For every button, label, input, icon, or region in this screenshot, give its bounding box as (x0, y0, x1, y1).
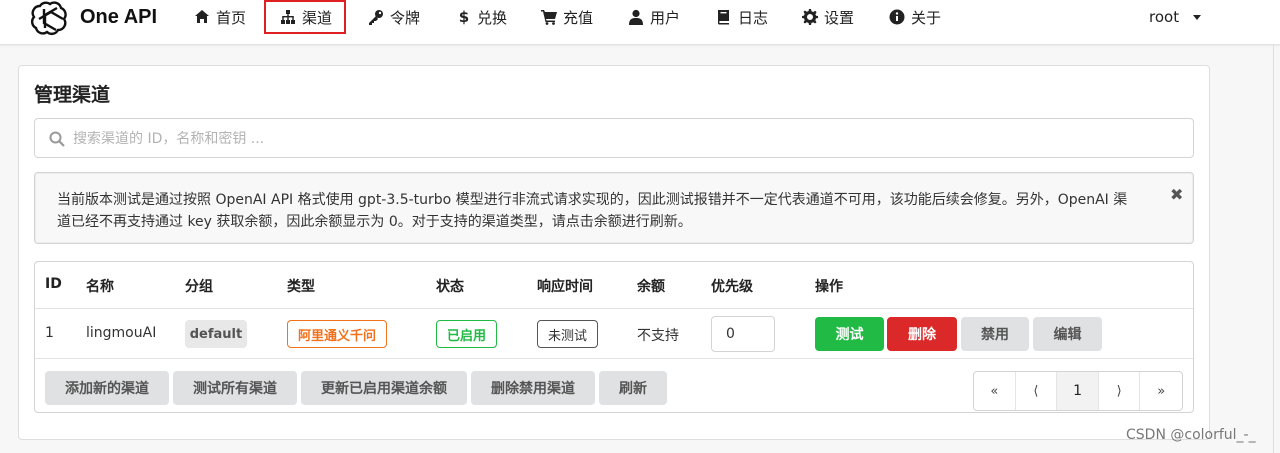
chevron-down-icon (1193, 14, 1202, 20)
col-header-status[interactable]: 状态 (436, 276, 464, 296)
status-badge: 已启用 (436, 320, 497, 348)
key-icon (369, 10, 383, 25)
edit-button[interactable]: 编辑 (1033, 317, 1102, 351)
page-last[interactable]: » (1140, 372, 1182, 410)
col-header-group[interactable]: 分组 (185, 276, 213, 296)
nav-about[interactable]: 关于 (889, 0, 941, 34)
update-balance-button[interactable]: 更新已启用渠道余额 (301, 371, 467, 405)
add-channel-button[interactable]: 添加新的渠道 (45, 371, 169, 405)
book-icon (718, 10, 729, 25)
active-nav-highlight (264, 0, 346, 34)
col-header-actions: 操作 (815, 279, 843, 295)
nav-tokens[interactable]: 令牌 (368, 0, 420, 34)
nav-about-label: 关于 (911, 8, 942, 27)
response-time-badge[interactable]: 未测试 (537, 320, 598, 348)
test-button[interactable]: 测试 (815, 317, 884, 351)
group-badge: default (185, 320, 247, 348)
cell-id: 1 (45, 325, 54, 341)
scrollbar-track (1273, 45, 1274, 453)
nav-home[interactable]: 首页 (194, 0, 246, 34)
info-icon (889, 9, 905, 25)
page-prev[interactable]: ⟨ (1016, 372, 1058, 410)
test-all-channels-button[interactable]: 测试所有渠道 (173, 371, 297, 405)
brand-name[interactable]: One API (80, 6, 157, 29)
col-header-type[interactable]: 类型 (287, 276, 315, 296)
nav-logs-label: 日志 (738, 8, 769, 27)
cart-icon (541, 10, 557, 25)
nav-logs[interactable]: 日志 (716, 0, 768, 34)
table-row-divider (35, 358, 1193, 359)
watermark: CSDN @colorful_-_ (1126, 427, 1256, 443)
col-header-response-time[interactable]: 响应时间 (537, 276, 593, 296)
info-notice: 当前版本测试是通过按照 OpenAI API 格式使用 gpt-3.5-turb… (34, 172, 1194, 244)
home-icon (195, 10, 209, 23)
col-header-name[interactable]: 名称 (86, 276, 114, 296)
refresh-button[interactable]: 刷新 (599, 371, 667, 405)
delete-disabled-channels-button[interactable]: 删除禁用渠道 (471, 371, 595, 405)
nav-settings-label: 设置 (824, 8, 855, 27)
type-badge: 阿里通义千问 (287, 320, 387, 348)
user-menu[interactable]: root (1149, 0, 1202, 34)
col-header-balance[interactable]: 余额 (637, 276, 665, 296)
nav-redeem-label: 兑换 (477, 8, 508, 27)
gear-icon (802, 9, 818, 25)
nav-users-label: 用户 (650, 8, 681, 27)
notice-line-1: 当前版本测试是通过按照 OpenAI API 格式使用 gpt-3.5-turb… (57, 192, 1128, 208)
page-next[interactable]: ⟩ (1099, 372, 1141, 410)
cell-balance[interactable]: 不支持 (637, 325, 679, 345)
page-first[interactable]: « (974, 372, 1016, 410)
openai-logo-icon[interactable] (30, 0, 70, 36)
nav-users[interactable]: 用户 (628, 0, 680, 34)
delete-button[interactable]: 删除 (887, 317, 957, 351)
col-header-id[interactable]: ID (45, 276, 62, 292)
disable-button[interactable]: 禁用 (961, 317, 1029, 351)
notice-line-2: 道已经不再支持通过 key 获取余额，因此余额显示为 0。对于支持的渠道类型，请… (57, 214, 692, 230)
nav-home-label: 首页 (216, 8, 247, 27)
pagination: « ⟨ 1 ⟩ » (973, 371, 1183, 411)
username: root (1149, 8, 1180, 26)
search-box[interactable] (34, 118, 1194, 158)
nav-topup[interactable]: 充值 (541, 0, 593, 34)
search-icon (49, 131, 65, 147)
dollar-icon: $ (458, 8, 470, 26)
table-header-divider (35, 308, 1193, 309)
nav-redeem[interactable]: $ 兑换 (457, 0, 507, 34)
user-icon (629, 9, 643, 25)
page-current[interactable]: 1 (1057, 372, 1099, 410)
nav-settings[interactable]: 设置 (802, 0, 854, 34)
page-title: 管理渠道 (34, 84, 111, 106)
cell-name: lingmouAI (86, 325, 157, 341)
col-header-priority[interactable]: 优先级 (711, 276, 753, 296)
search-input[interactable] (73, 127, 1173, 151)
nav-tokens-label: 令牌 (390, 8, 421, 27)
close-icon[interactable]: ✖ (1170, 185, 1183, 204)
top-navbar: One API 首页 渠道 令牌 $ 兑换 充值 用户 日志 设置 关于 roo… (0, 0, 1280, 45)
nav-topup-label: 充值 (563, 8, 594, 27)
priority-input[interactable] (711, 316, 775, 352)
